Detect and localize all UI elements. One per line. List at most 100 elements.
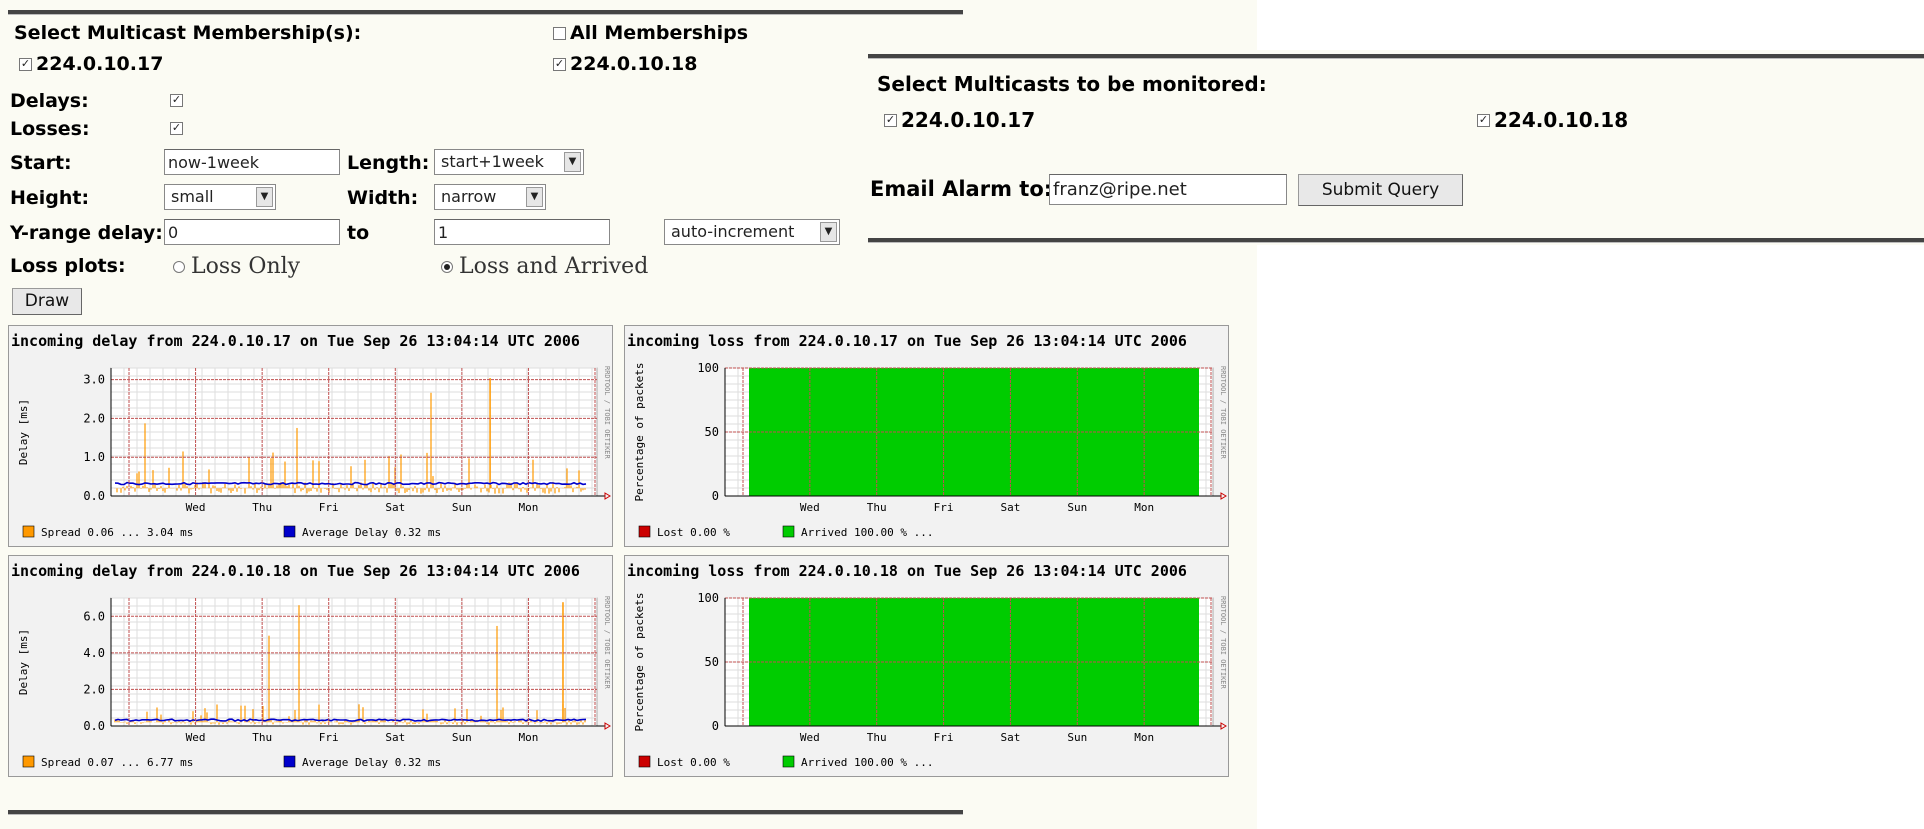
x-tick-label: Sun — [1067, 501, 1087, 514]
to-label: to — [347, 222, 370, 244]
yrange-from-input[interactable]: 0 — [164, 219, 340, 245]
increment-select[interactable]: auto-increment ▼ — [664, 219, 840, 245]
x-tick-label: Thu — [867, 731, 887, 744]
y-tick-label: 50 — [705, 425, 719, 439]
legend-label: Arrived 100.00 % ... — [801, 526, 933, 539]
start-input[interactable]: now-1week — [164, 149, 340, 175]
x-tick-label: Fri — [319, 501, 339, 514]
y-tick-label: 1.0 — [83, 450, 105, 464]
x-tick-label: Mon — [518, 731, 538, 744]
yrange-to-input[interactable]: 1 — [434, 219, 610, 245]
legend-swatch — [283, 525, 296, 538]
x-axis-arrow — [1220, 722, 1227, 730]
loss-plots-label: Loss plots: — [10, 255, 126, 277]
legend-label: Average Delay 0.32 ms — [302, 756, 441, 769]
delays-label: Delays: — [10, 90, 89, 112]
chevron-down-icon[interactable]: ▼ — [564, 152, 581, 172]
loss-chart-224-0-10-17: incoming loss from 224.0.10.17 on Tue Se… — [624, 325, 1229, 547]
loss-only-radio[interactable]: Loss Only — [173, 254, 300, 279]
email-label: Email Alarm to: — [870, 177, 1053, 201]
width-select-value: narrow — [441, 187, 497, 206]
legend-label: Arrived 100.00 % ... — [801, 756, 933, 769]
y-axis-label: Delay [ms] — [17, 629, 30, 695]
x-tick-label: Sat — [385, 731, 405, 744]
x-tick-label: Fri — [934, 731, 954, 744]
y-tick-label: 0 — [712, 719, 719, 733]
y-tick-label: 0.0 — [83, 719, 105, 733]
delays-checkbox[interactable]: ✓ — [170, 94, 183, 107]
length-select-value: start+1week — [441, 152, 544, 171]
monitor-top-rule — [868, 54, 1924, 59]
submit-query-button[interactable]: Submit Query — [1298, 174, 1463, 206]
bottom-rule — [8, 810, 963, 815]
legend-swatch — [638, 525, 651, 538]
legend-swatch — [283, 755, 296, 768]
x-axis-arrow — [604, 722, 611, 730]
x-tick-label: Thu — [867, 501, 887, 514]
legend-label: Spread 0.07 ... 6.77 ms — [41, 756, 193, 769]
legend-label: Average Delay 0.32 ms — [302, 526, 441, 539]
y-tick-label: 6.0 — [83, 609, 105, 623]
y-tick-label: 3.0 — [83, 373, 105, 387]
chart-watermark: RRDTOOL / TOBI OETIKER — [1219, 596, 1227, 690]
loss-arrived-radio[interactable]: Loss and Arrived — [441, 254, 648, 279]
all-memberships-checkbox[interactable]: All Memberships — [553, 22, 748, 44]
y-tick-label: 2.0 — [83, 682, 105, 696]
legend-swatch — [638, 755, 651, 768]
checkbox-box[interactable] — [553, 26, 566, 40]
x-tick-label: Sun — [452, 731, 472, 744]
width-select[interactable]: narrow ▼ — [434, 184, 546, 210]
length-select[interactable]: start+1week ▼ — [434, 149, 584, 175]
checkbox-box[interactable]: ✓ — [1477, 113, 1490, 127]
chevron-down-icon[interactable]: ▼ — [526, 187, 543, 207]
chart-watermark: RRDTOOL / TOBI OETIKER — [1219, 366, 1227, 460]
losses-label: Losses: — [10, 118, 90, 140]
legend-label: Spread 0.06 ... 3.04 ms — [41, 526, 193, 539]
x-tick-label: Wed — [800, 731, 820, 744]
x-tick-label: Mon — [1134, 731, 1154, 744]
chevron-down-icon[interactable]: ▼ — [820, 222, 837, 242]
checkbox-box[interactable]: ✓ — [884, 113, 897, 127]
y-tick-label: 100 — [697, 361, 719, 375]
draw-button[interactable]: Draw — [12, 288, 82, 315]
membership-checkbox-17[interactable]: ✓ 224.0.10.17 — [19, 53, 163, 75]
membership-checkbox-18[interactable]: ✓ 224.0.10.18 — [553, 53, 697, 75]
monitor-label-18: 224.0.10.18 — [1494, 108, 1629, 132]
chart-title: incoming loss from 224.0.10.18 on Tue Se… — [627, 562, 1187, 580]
chart-title: incoming loss from 224.0.10.17 on Tue Se… — [627, 332, 1187, 350]
legend-label: Lost 0.00 % — [657, 526, 730, 539]
start-label: Start: — [10, 152, 72, 174]
x-tick-label: Wed — [186, 501, 206, 514]
width-label: Width: — [347, 187, 419, 209]
chart-title: incoming delay from 224.0.10.17 on Tue S… — [11, 332, 580, 350]
x-tick-label: Wed — [800, 501, 820, 514]
chart-svg: incoming delay from 224.0.10.18 on Tue S… — [11, 562, 611, 769]
radio-circle[interactable] — [173, 260, 185, 273]
checkbox-box[interactable]: ✓ — [553, 57, 566, 71]
x-tick-label: Thu — [252, 501, 272, 514]
chevron-down-icon[interactable]: ▼ — [256, 187, 273, 207]
top-rule — [8, 10, 963, 15]
x-tick-label: Mon — [518, 501, 538, 514]
monitor-checkbox-17[interactable]: ✓ 224.0.10.17 — [884, 108, 1035, 132]
height-select[interactable]: small ▼ — [164, 184, 276, 210]
chart-watermark: RRDTOOL / TOBI OETIKER — [603, 366, 611, 460]
email-input[interactable]: franz@ripe.net — [1049, 174, 1287, 205]
x-tick-label: Fri — [319, 731, 339, 744]
loss-only-label: Loss Only — [191, 254, 301, 279]
height-label: Height: — [10, 187, 90, 209]
all-memberships-label: All Memberships — [570, 22, 749, 44]
membership-label-18: 224.0.10.18 — [570, 53, 698, 75]
checkbox-box[interactable]: ✓ — [19, 57, 32, 71]
monitor-checkbox-18[interactable]: ✓ 224.0.10.18 — [1477, 108, 1628, 132]
monitor-label: Select Multicasts to be monitored: — [877, 72, 1267, 96]
y-tick-label: 4.0 — [83, 646, 105, 660]
radio-circle[interactable] — [441, 260, 453, 273]
chart-svg: incoming loss from 224.0.10.18 on Tue Se… — [627, 562, 1227, 769]
membership-label: Select Multicast Membership(s): — [14, 22, 362, 44]
x-tick-label: Sun — [452, 501, 472, 514]
losses-checkbox[interactable]: ✓ — [170, 122, 183, 135]
loss-arrived-label: Loss and Arrived — [459, 254, 649, 279]
legend-swatch — [782, 755, 795, 768]
length-label: Length: — [347, 152, 430, 174]
